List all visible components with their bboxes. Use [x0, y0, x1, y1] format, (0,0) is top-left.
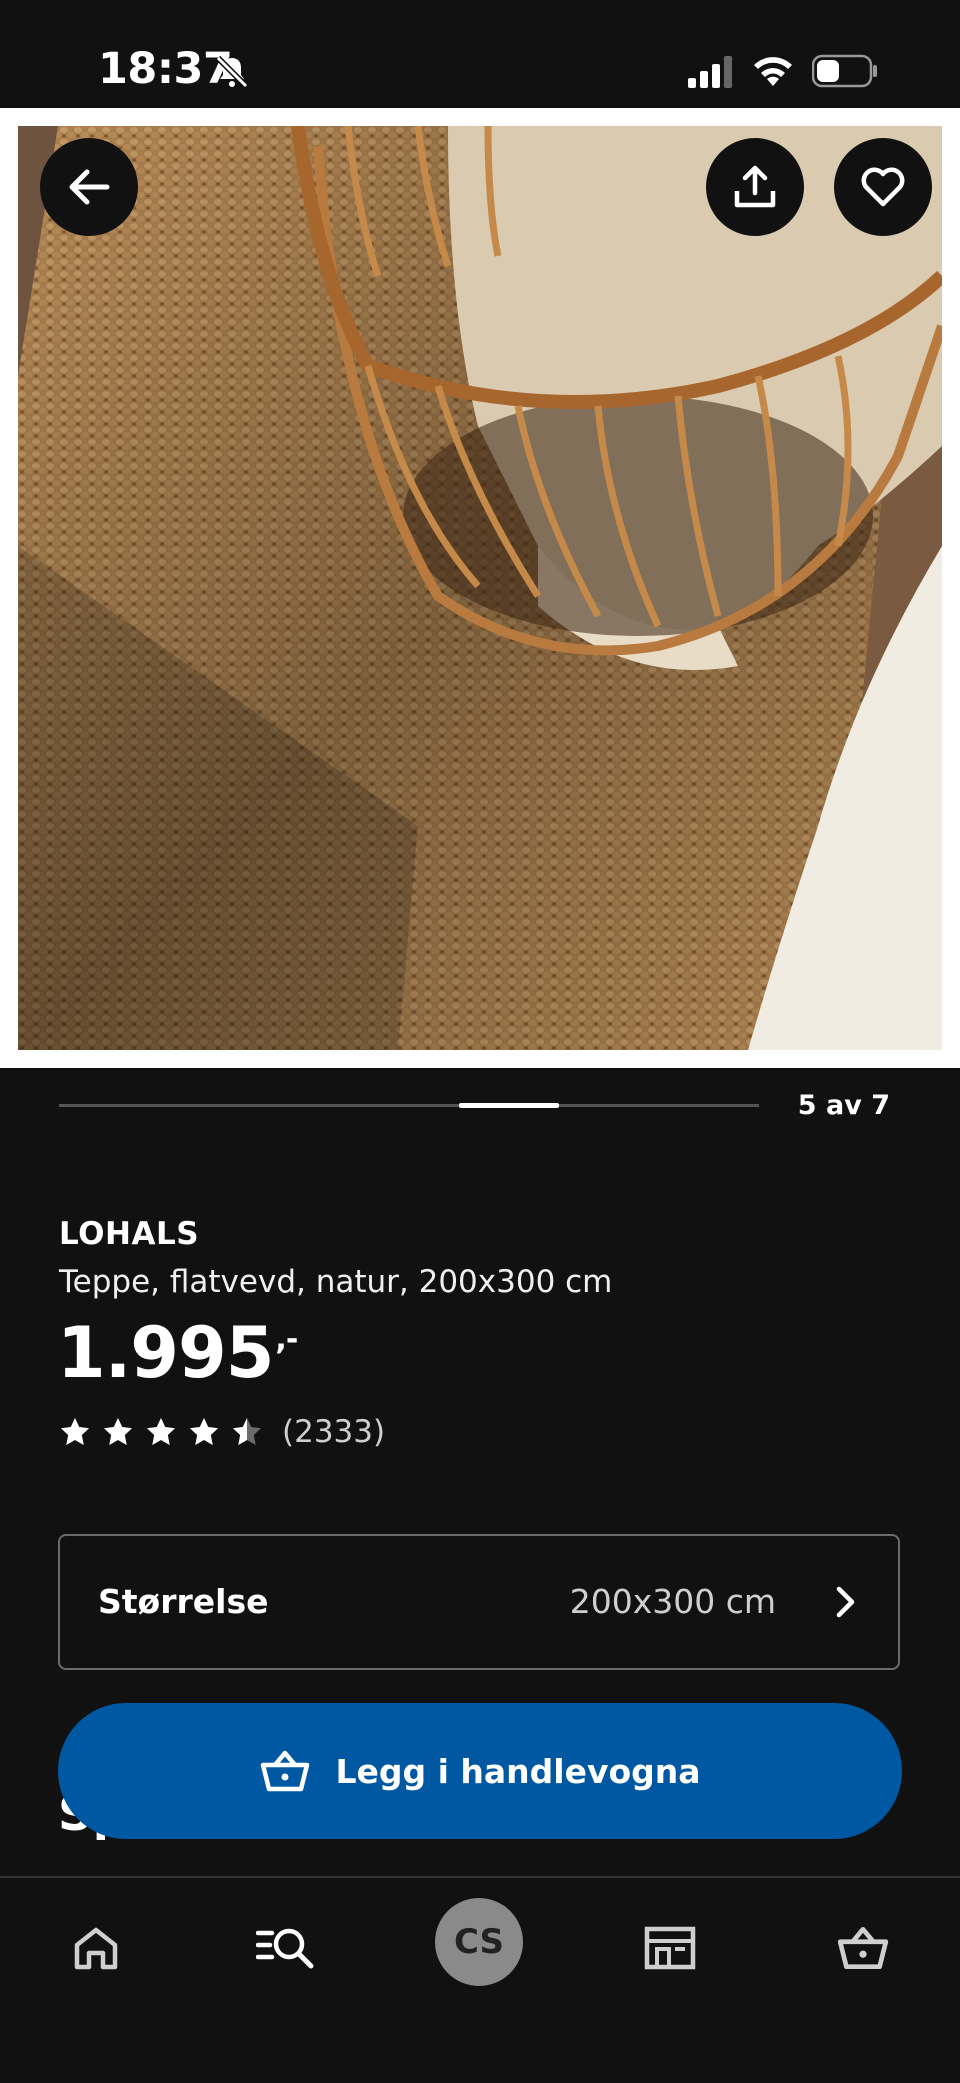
- shopping-basket-icon: [261, 1750, 310, 1792]
- star-icon: [61, 1418, 89, 1445]
- size-label: Størrelse: [98, 1582, 269, 1621]
- status-bar: 18:37: [0, 0, 960, 108]
- wifi-icon: [754, 57, 792, 86]
- gallery-pager: 5 av 7: [797, 1090, 890, 1121]
- size-value: 200x300 cm: [569, 1582, 776, 1621]
- star-icon: [104, 1418, 132, 1445]
- bell-slash-icon: [215, 55, 249, 89]
- battery-icon: [812, 54, 877, 88]
- star-icon: [233, 1418, 261, 1445]
- avatar-initials: CS: [453, 1922, 505, 1962]
- star-icon: [147, 1418, 175, 1445]
- product-image-gallery[interactable]: [0, 108, 960, 1068]
- product-photo[interactable]: [18, 126, 942, 1050]
- arrow-left-icon: [69, 169, 110, 205]
- cellular-signal-icon: [688, 56, 732, 88]
- tab-cart[interactable]: [823, 1908, 903, 1988]
- add-to-cart-label: Legg i handlevogna: [335, 1751, 701, 1791]
- rating-count: (2333): [282, 1414, 386, 1450]
- favorite-button[interactable]: [834, 138, 932, 236]
- tab-search[interactable]: [246, 1908, 326, 1988]
- product-brand: LOHALS: [59, 1216, 200, 1252]
- back-button[interactable]: [40, 138, 138, 236]
- chevron-right-icon: [836, 1586, 855, 1618]
- share-button[interactable]: [706, 138, 804, 236]
- gallery-progress-bar: [59, 1103, 759, 1108]
- jute-rug-with-rattan-basket-photo: [18, 126, 942, 1050]
- share-icon: [734, 165, 776, 208]
- bottom-tab-bar: CS: [0, 1876, 960, 2083]
- product-description: Teppe, flatvevd, natur, 200x300 cm: [59, 1264, 613, 1300]
- price-suffix: ,-: [275, 1322, 298, 1357]
- tab-home[interactable]: [56, 1908, 136, 1988]
- price-amount: 1.995: [57, 1312, 274, 1394]
- add-to-cart-button[interactable]: Legg i handlevogna: [58, 1703, 902, 1839]
- star-icon: [190, 1418, 218, 1445]
- search-icon: [256, 1928, 314, 1969]
- size-selector[interactable]: Størrelse 200x300 cm: [58, 1534, 900, 1670]
- rating-stars: [59, 1416, 274, 1448]
- home-icon: [74, 1927, 118, 1970]
- shopping-basket-icon: [837, 1926, 889, 1970]
- tab-store[interactable]: [630, 1908, 710, 1988]
- heart-icon: [861, 167, 905, 207]
- tab-profile[interactable]: CS: [435, 1898, 523, 1986]
- product-price: 1.995 ,-: [57, 1312, 298, 1394]
- store-icon: [644, 1926, 696, 1970]
- product-rating[interactable]: (2333): [59, 1414, 385, 1450]
- gallery-progress-indicator: [459, 1103, 559, 1108]
